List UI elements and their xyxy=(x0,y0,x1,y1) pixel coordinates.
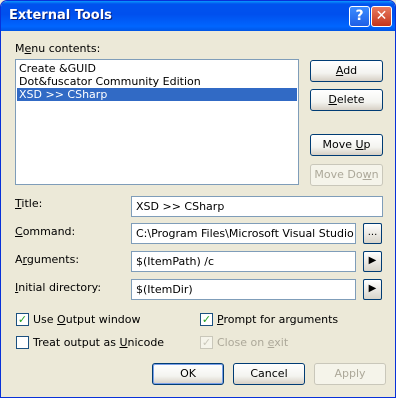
list-item-selected[interactable]: XSD >> CSharp xyxy=(17,88,297,101)
menu-contents-list[interactable]: Create &GUID Dot&fuscator Community Edit… xyxy=(15,59,299,185)
label-part: nicode xyxy=(127,336,165,349)
prompt-for-arguments-checkbox[interactable]: ✓ xyxy=(200,313,213,326)
arguments-label: Arguments: xyxy=(15,253,79,266)
arguments-input[interactable]: $(ItemPath) /c xyxy=(131,251,356,272)
move-down-button[interactable]: Move Down xyxy=(310,164,383,186)
list-item[interactable]: Create &GUID xyxy=(17,62,297,75)
close-on-exit-label: Close on exit xyxy=(217,336,288,349)
label-mnemonic: C xyxy=(15,225,23,238)
btn-label: Move xyxy=(322,138,356,151)
arguments-menu-arrow-icon[interactable]: ▶ xyxy=(363,251,382,272)
label-part: Use xyxy=(33,313,58,326)
initial-directory-label: Initial directory: xyxy=(15,281,101,294)
label-part: nitial directory: xyxy=(18,281,102,294)
label-part: xit xyxy=(274,336,289,349)
label-part: Close on xyxy=(217,336,268,349)
btn-mnemonic: D xyxy=(328,93,337,106)
close-on-exit-checkbox[interactable]: ✓ xyxy=(200,336,213,349)
label-part: ommand: xyxy=(22,225,76,238)
help-button[interactable]: ? xyxy=(349,6,370,27)
initial-directory-menu-arrow-icon[interactable]: ▶ xyxy=(363,279,382,300)
use-output-window-label[interactable]: Use Output window xyxy=(33,313,141,326)
btn-label: Move Do xyxy=(314,168,363,181)
move-up-button[interactable]: Move Up xyxy=(310,134,383,156)
btn-label: dd xyxy=(343,64,358,77)
label-part: nu contents: xyxy=(31,42,101,55)
label-part: guments: xyxy=(26,253,80,266)
command-label: Command: xyxy=(15,225,75,238)
btn-label: p xyxy=(363,138,371,151)
ok-button[interactable]: OK xyxy=(152,363,224,385)
label-part: M xyxy=(15,42,25,55)
initial-directory-input[interactable]: $(ItemDir) xyxy=(131,279,356,300)
label-part: itle: xyxy=(21,197,43,210)
btn-mnemonic: w xyxy=(362,168,372,181)
label-part: Treat output as xyxy=(33,336,120,349)
btn-label: n xyxy=(371,168,379,181)
delete-button[interactable]: Delete xyxy=(310,89,383,111)
label-part: A xyxy=(15,253,23,266)
title-input[interactable]: XSD >> CSharp xyxy=(131,196,383,217)
prompt-for-arguments-label[interactable]: Prompt for arguments xyxy=(217,313,338,326)
label-mnemonic: U xyxy=(119,336,128,349)
treat-output-unicode-label[interactable]: Treat output as Unicode xyxy=(33,336,164,349)
title-label: Title: xyxy=(15,197,42,210)
list-item[interactable]: Dot&fuscator Community Edition xyxy=(17,75,297,88)
browse-button[interactable]: ... xyxy=(363,223,382,244)
btn-label: elete xyxy=(336,93,365,106)
use-output-window-checkbox[interactable]: ✓ xyxy=(16,313,29,326)
btn-mnemonic: U xyxy=(355,138,364,151)
label-part: utput window xyxy=(65,313,141,326)
label-part: rompt for arguments xyxy=(223,313,339,326)
title-bar[interactable]: External Tools ? ✕ xyxy=(1,1,395,31)
label-mnemonic: O xyxy=(57,313,66,326)
cancel-button[interactable]: Cancel xyxy=(233,363,305,385)
external-tools-dialog: External Tools ? ✕ Menu contents: Create… xyxy=(0,0,396,398)
apply-button[interactable]: Apply xyxy=(314,363,386,385)
add-button[interactable]: Add xyxy=(310,60,383,82)
close-button[interactable]: ✕ xyxy=(371,6,392,27)
command-input[interactable]: C:\Program Files\Microsoft Visual Studio… xyxy=(131,223,356,244)
treat-output-unicode-checkbox[interactable] xyxy=(16,336,29,349)
menu-contents-label: Menu contents: xyxy=(15,42,100,55)
window-title: External Tools xyxy=(9,8,112,23)
